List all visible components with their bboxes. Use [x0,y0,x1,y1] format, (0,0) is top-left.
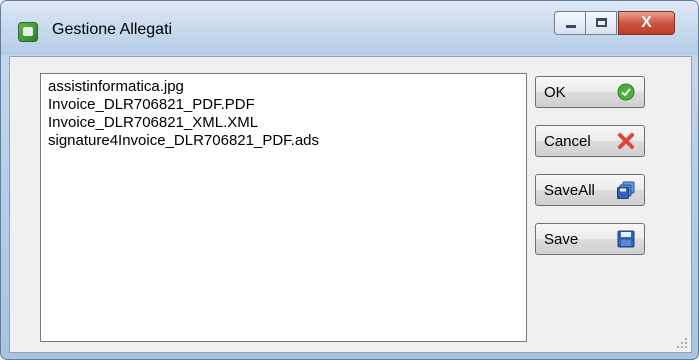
save-icon [617,230,635,248]
checkmark-icon [617,83,635,101]
client-area: assistinformatica.jpg Invoice_DLR706821_… [9,56,692,353]
minimize-button[interactable] [554,11,586,35]
list-item[interactable]: Invoice_DLR706821_PDF.PDF [48,96,526,114]
save-label: Save [544,231,579,248]
close-button[interactable]: X [618,11,675,35]
save-all-icon [617,181,635,199]
ok-label: OK [544,84,566,101]
attachments-window: Gestione Allegati X assistinformatica.jp… [0,0,699,360]
list-item[interactable]: signature4Invoice_DLR706821_PDF.ads [48,132,526,150]
list-item[interactable]: Invoice_DLR706821_XML.XML [48,114,526,132]
cancel-button[interactable]: Cancel [535,125,645,157]
maximize-icon [596,18,607,27]
title-bar[interactable]: Gestione Allegati X [1,1,698,55]
saveall-button[interactable]: SaveAll [535,174,645,206]
list-item[interactable]: assistinformatica.jpg [48,78,526,96]
cancel-label: Cancel [544,133,591,150]
close-icon: X [641,14,652,31]
app-icon [18,22,38,42]
window-title: Gestione Allegati [52,21,173,38]
save-button[interactable]: Save [535,223,645,255]
maximize-button[interactable] [586,11,617,35]
minimize-icon [566,25,576,28]
attachment-list[interactable]: assistinformatica.jpg Invoice_DLR706821_… [40,73,527,342]
ok-button[interactable]: OK [535,76,645,108]
saveall-label: SaveAll [544,182,595,199]
cancel-x-icon [618,133,634,149]
resize-grip-icon[interactable] [676,337,688,349]
